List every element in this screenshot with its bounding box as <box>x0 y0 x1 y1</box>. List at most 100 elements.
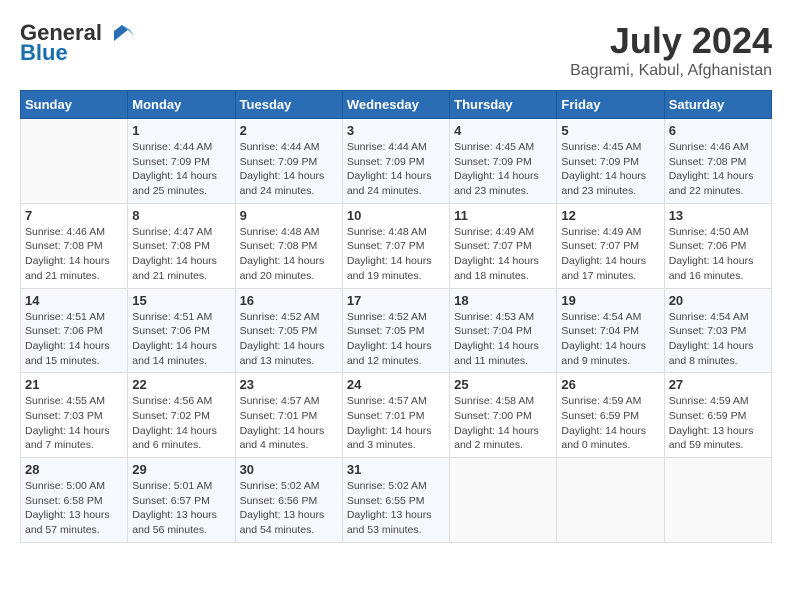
day-detail: Sunrise: 4:52 AMSunset: 7:05 PMDaylight:… <box>347 310 445 369</box>
day-cell-0-6: 6Sunrise: 4:46 AMSunset: 7:08 PMDaylight… <box>664 119 771 204</box>
day-number: 13 <box>669 208 767 223</box>
day-number: 23 <box>240 377 338 392</box>
day-detail: Sunrise: 4:47 AMSunset: 7:08 PMDaylight:… <box>132 225 230 284</box>
day-number: 18 <box>454 293 552 308</box>
day-number: 8 <box>132 208 230 223</box>
day-number: 5 <box>561 123 659 138</box>
day-number: 20 <box>669 293 767 308</box>
day-detail: Sunrise: 4:48 AMSunset: 7:08 PMDaylight:… <box>240 225 338 284</box>
day-number: 3 <box>347 123 445 138</box>
week-row-3: 14 Sunrise: 4:51 AMSunset: 7:06 PMDayligh… <box>21 288 772 373</box>
location-subtitle: Bagrami, Kabul, Afghanistan <box>570 62 772 80</box>
day-detail: Sunrise: 4:45 AMSunset: 7:09 PMDaylight:… <box>454 140 552 199</box>
day-cell-4-0: 28 Sunrise: 5:00 AMSunset: 6:58 PMDayligh… <box>21 458 128 543</box>
day-cell-1-6: 13Sunrise: 4:50 AMSunset: 7:06 PMDayligh… <box>664 203 771 288</box>
col-saturday: Saturday <box>664 91 771 119</box>
day-cell-2-1: 15 Sunrise: 4:51 AMSunset: 7:06 PMDayligh… <box>128 288 235 373</box>
day-cell-2-6: 20Sunrise: 4:54 AMSunset: 7:03 PMDayligh… <box>664 288 771 373</box>
day-cell-3-5: 26 Sunrise: 4:59 AMSunset: 6:59 PMDayligh… <box>557 373 664 458</box>
day-number: 9 <box>240 208 338 223</box>
day-number: 11 <box>454 208 552 223</box>
day-detail: Sunrise: 4:56 AMSunset: 7:02 PMDaylight:… <box>132 394 230 453</box>
day-detail: Sunrise: 4:51 AMSunset: 7:06 PMDaylight:… <box>132 310 230 369</box>
day-cell-3-3: 24Sunrise: 4:57 AMSunset: 7:01 PMDayligh… <box>342 373 449 458</box>
day-number: 16 <box>240 293 338 308</box>
day-detail: Sunrise: 4:58 AMSunset: 7:00 PMDaylight:… <box>454 394 552 453</box>
day-number: 12 <box>561 208 659 223</box>
day-number: 21 <box>25 377 123 392</box>
day-cell-0-5: 5 Sunrise: 4:45 AMSunset: 7:09 PMDaylight… <box>557 119 664 204</box>
day-cell-2-2: 16 Sunrise: 4:52 AMSunset: 7:05 PMDayligh… <box>235 288 342 373</box>
day-detail: Sunrise: 4:45 AMSunset: 7:09 PMDaylight:… <box>561 140 659 199</box>
week-row-1: 1 Sunrise: 4:44 AMSunset: 7:09 PMDaylight… <box>21 119 772 204</box>
day-detail: Sunrise: 4:44 AMSunset: 7:09 PMDaylight:… <box>132 140 230 199</box>
day-detail: Sunrise: 4:49 AMSunset: 7:07 PMDaylight:… <box>561 225 659 284</box>
day-number: 14 <box>25 293 123 308</box>
calendar-table: Sunday Monday Tuesday Wednesday Thursday… <box>20 90 772 543</box>
day-detail: Sunrise: 5:00 AMSunset: 6:58 PMDaylight:… <box>25 479 123 538</box>
day-detail: Sunrise: 4:46 AMSunset: 7:08 PMDaylight:… <box>669 140 767 199</box>
day-cell-4-1: 29 Sunrise: 5:01 AMSunset: 6:57 PMDayligh… <box>128 458 235 543</box>
day-number: 25 <box>454 377 552 392</box>
day-detail: Sunrise: 4:44 AMSunset: 7:09 PMDaylight:… <box>240 140 338 199</box>
day-number: 24 <box>347 377 445 392</box>
day-cell-4-3: 31Sunrise: 5:02 AMSunset: 6:55 PMDayligh… <box>342 458 449 543</box>
day-cell-4-6 <box>664 458 771 543</box>
day-detail: Sunrise: 5:01 AMSunset: 6:57 PMDaylight:… <box>132 479 230 538</box>
day-number: 15 <box>132 293 230 308</box>
calendar-header-row: Sunday Monday Tuesday Wednesday Thursday… <box>21 91 772 119</box>
day-detail: Sunrise: 4:55 AMSunset: 7:03 PMDaylight:… <box>25 394 123 453</box>
day-number: 1 <box>132 123 230 138</box>
day-cell-3-4: 25 Sunrise: 4:58 AMSunset: 7:00 PMDayligh… <box>450 373 557 458</box>
day-detail: Sunrise: 4:51 AMSunset: 7:06 PMDaylight:… <box>25 310 123 369</box>
day-cell-0-2: 2 Sunrise: 4:44 AMSunset: 7:09 PMDaylight… <box>235 119 342 204</box>
logo-icon <box>104 21 134 45</box>
day-number: 2 <box>240 123 338 138</box>
col-thursday: Thursday <box>450 91 557 119</box>
day-detail: Sunrise: 5:02 AMSunset: 6:55 PMDaylight:… <box>347 479 445 538</box>
day-number: 26 <box>561 377 659 392</box>
day-detail: Sunrise: 4:54 AMSunset: 7:04 PMDaylight:… <box>561 310 659 369</box>
day-cell-0-3: 3 Sunrise: 4:44 AMSunset: 7:09 PMDaylight… <box>342 119 449 204</box>
day-detail: Sunrise: 4:48 AMSunset: 7:07 PMDaylight:… <box>347 225 445 284</box>
day-cell-2-0: 14 Sunrise: 4:51 AMSunset: 7:06 PMDayligh… <box>21 288 128 373</box>
day-detail: Sunrise: 4:57 AMSunset: 7:01 PMDaylight:… <box>240 394 338 453</box>
week-row-4: 21 Sunrise: 4:55 AMSunset: 7:03 PMDayligh… <box>21 373 772 458</box>
day-number: 17 <box>347 293 445 308</box>
day-number: 19 <box>561 293 659 308</box>
day-cell-3-0: 21 Sunrise: 4:55 AMSunset: 7:03 PMDayligh… <box>21 373 128 458</box>
day-detail: Sunrise: 4:44 AMSunset: 7:09 PMDaylight:… <box>347 140 445 199</box>
day-number: 10 <box>347 208 445 223</box>
day-cell-3-2: 23 Sunrise: 4:57 AMSunset: 7:01 PMDayligh… <box>235 373 342 458</box>
logo: General Blue <box>20 20 134 66</box>
day-cell-3-6: 27 Sunrise: 4:59 AMSunset: 6:59 PMDayligh… <box>664 373 771 458</box>
day-detail: Sunrise: 4:49 AMSunset: 7:07 PMDaylight:… <box>454 225 552 284</box>
day-number: 27 <box>669 377 767 392</box>
day-cell-3-1: 22 Sunrise: 4:56 AMSunset: 7:02 PMDayligh… <box>128 373 235 458</box>
day-detail: Sunrise: 4:59 AMSunset: 6:59 PMDaylight:… <box>561 394 659 453</box>
day-detail: Sunrise: 4:53 AMSunset: 7:04 PMDaylight:… <box>454 310 552 369</box>
day-cell-4-5 <box>557 458 664 543</box>
day-number: 22 <box>132 377 230 392</box>
day-detail: Sunrise: 4:52 AMSunset: 7:05 PMDaylight:… <box>240 310 338 369</box>
day-detail: Sunrise: 4:59 AMSunset: 6:59 PMDaylight:… <box>669 394 767 453</box>
day-cell-1-3: 10 Sunrise: 4:48 AMSunset: 7:07 PMDayligh… <box>342 203 449 288</box>
day-cell-4-4 <box>450 458 557 543</box>
col-friday: Friday <box>557 91 664 119</box>
day-cell-2-4: 18 Sunrise: 4:53 AMSunset: 7:04 PMDayligh… <box>450 288 557 373</box>
day-number: 4 <box>454 123 552 138</box>
day-cell-0-0 <box>21 119 128 204</box>
day-cell-1-4: 11 Sunrise: 4:49 AMSunset: 7:07 PMDayligh… <box>450 203 557 288</box>
day-number: 7 <box>25 208 123 223</box>
month-year-title: July 2024 <box>570 20 772 62</box>
day-cell-1-5: 12 Sunrise: 4:49 AMSunset: 7:07 PMDayligh… <box>557 203 664 288</box>
day-number: 29 <box>132 462 230 477</box>
week-row-5: 28 Sunrise: 5:00 AMSunset: 6:58 PMDayligh… <box>21 458 772 543</box>
day-detail: Sunrise: 5:02 AMSunset: 6:56 PMDaylight:… <box>240 479 338 538</box>
page-header: General Blue July 2024 Bagrami, Kabul, A… <box>20 20 772 80</box>
day-cell-1-1: 8 Sunrise: 4:47 AMSunset: 7:08 PMDaylight… <box>128 203 235 288</box>
day-number: 28 <box>25 462 123 477</box>
day-cell-1-0: 7Sunrise: 4:46 AMSunset: 7:08 PMDaylight… <box>21 203 128 288</box>
title-section: July 2024 Bagrami, Kabul, Afghanistan <box>570 20 772 80</box>
day-number: 30 <box>240 462 338 477</box>
